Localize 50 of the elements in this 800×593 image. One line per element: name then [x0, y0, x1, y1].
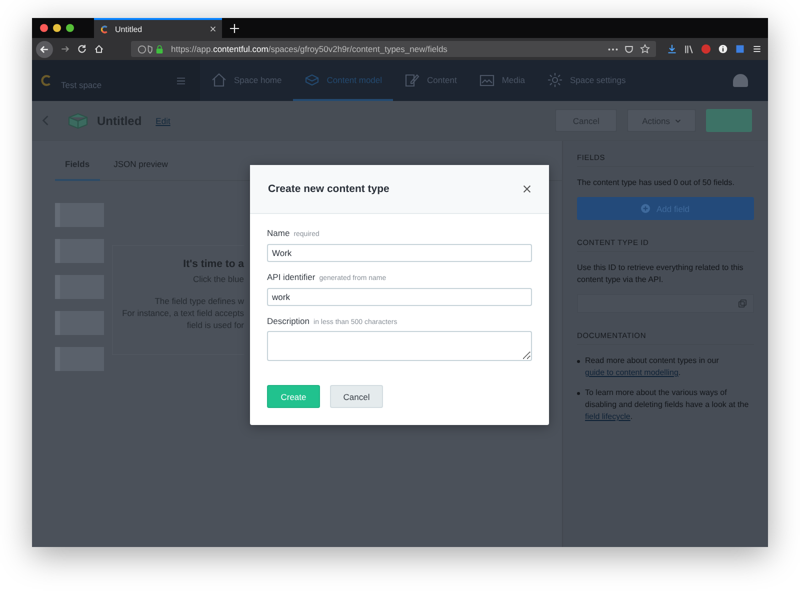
- gear-icon: [546, 72, 563, 88]
- section-text: Use this ID to retrieve everything related to this content type via the API.: [577, 262, 744, 286]
- star-icon[interactable]: [640, 44, 650, 54]
- new-tab-icon[interactable]: [230, 24, 239, 32]
- cube-icon: [67, 112, 89, 130]
- field-label: Name: [267, 228, 290, 238]
- bullet-icon: [577, 392, 580, 395]
- logo-icon: [100, 24, 109, 34]
- download-icon[interactable]: [667, 44, 677, 54]
- browser-tab[interactable]: Untitled: [94, 18, 222, 38]
- documentation-bullet: To learn more about the various ways of disabling and deleting fields have a look at the field lifecycle.: [585, 387, 750, 423]
- section-text: The content type has used 0 out of 50 fields.: [577, 177, 736, 189]
- documentation-bullet: Read more about content types in our guide to content modelling.: [585, 355, 720, 379]
- pencil-icon: [404, 72, 420, 88]
- info-icon[interactable]: [718, 44, 728, 54]
- field-placeholder: [55, 347, 104, 371]
- back-button[interactable]: [36, 40, 53, 58]
- field-placeholder: [55, 239, 104, 263]
- menu-icon[interactable]: [752, 44, 762, 54]
- text-input[interactable]: work: [267, 288, 532, 306]
- home-icon[interactable]: [94, 44, 104, 54]
- library-icon[interactable]: [684, 44, 694, 54]
- more-icon[interactable]: [608, 48, 618, 50]
- field-placeholder: [55, 203, 104, 227]
- cancel-button[interactable]: Cancel: [330, 385, 383, 408]
- forward-icon[interactable]: [60, 44, 70, 54]
- address-bar[interactable]: https://app.contentful.com/spaces/gfroy50v2h9r/content_types_new/fields: [131, 41, 656, 57]
- field-label: API identifier: [267, 272, 316, 282]
- house-icon: [211, 72, 227, 88]
- close-window-icon[interactable]: [40, 24, 48, 32]
- plus-icon: [641, 204, 650, 213]
- create-button[interactable]: Create: [267, 385, 320, 408]
- dialog-title: Create new content type: [268, 183, 390, 195]
- close-icon[interactable]: [523, 185, 531, 193]
- field-placeholder: [55, 275, 104, 299]
- reload-icon[interactable]: [77, 44, 87, 54]
- cube-icon: [304, 72, 320, 88]
- maximize-window-icon[interactable]: [66, 24, 74, 32]
- documentation-link[interactable]: field lifecycle: [585, 412, 630, 421]
- logo-icon: [40, 74, 53, 87]
- avatar-icon[interactable]: [733, 74, 748, 87]
- bullet-icon: [577, 360, 580, 363]
- caret-icon: [675, 118, 681, 122]
- minimize-window-icon[interactable]: [53, 24, 61, 32]
- field-label: Description: [267, 316, 310, 326]
- site-info-icon[interactable]: [137, 44, 165, 54]
- documentation-link[interactable]: guide to content modelling: [585, 368, 678, 377]
- close-tab-icon[interactable]: [210, 26, 216, 32]
- field-placeholder: [55, 311, 104, 335]
- text-input[interactable]: Work: [267, 244, 532, 262]
